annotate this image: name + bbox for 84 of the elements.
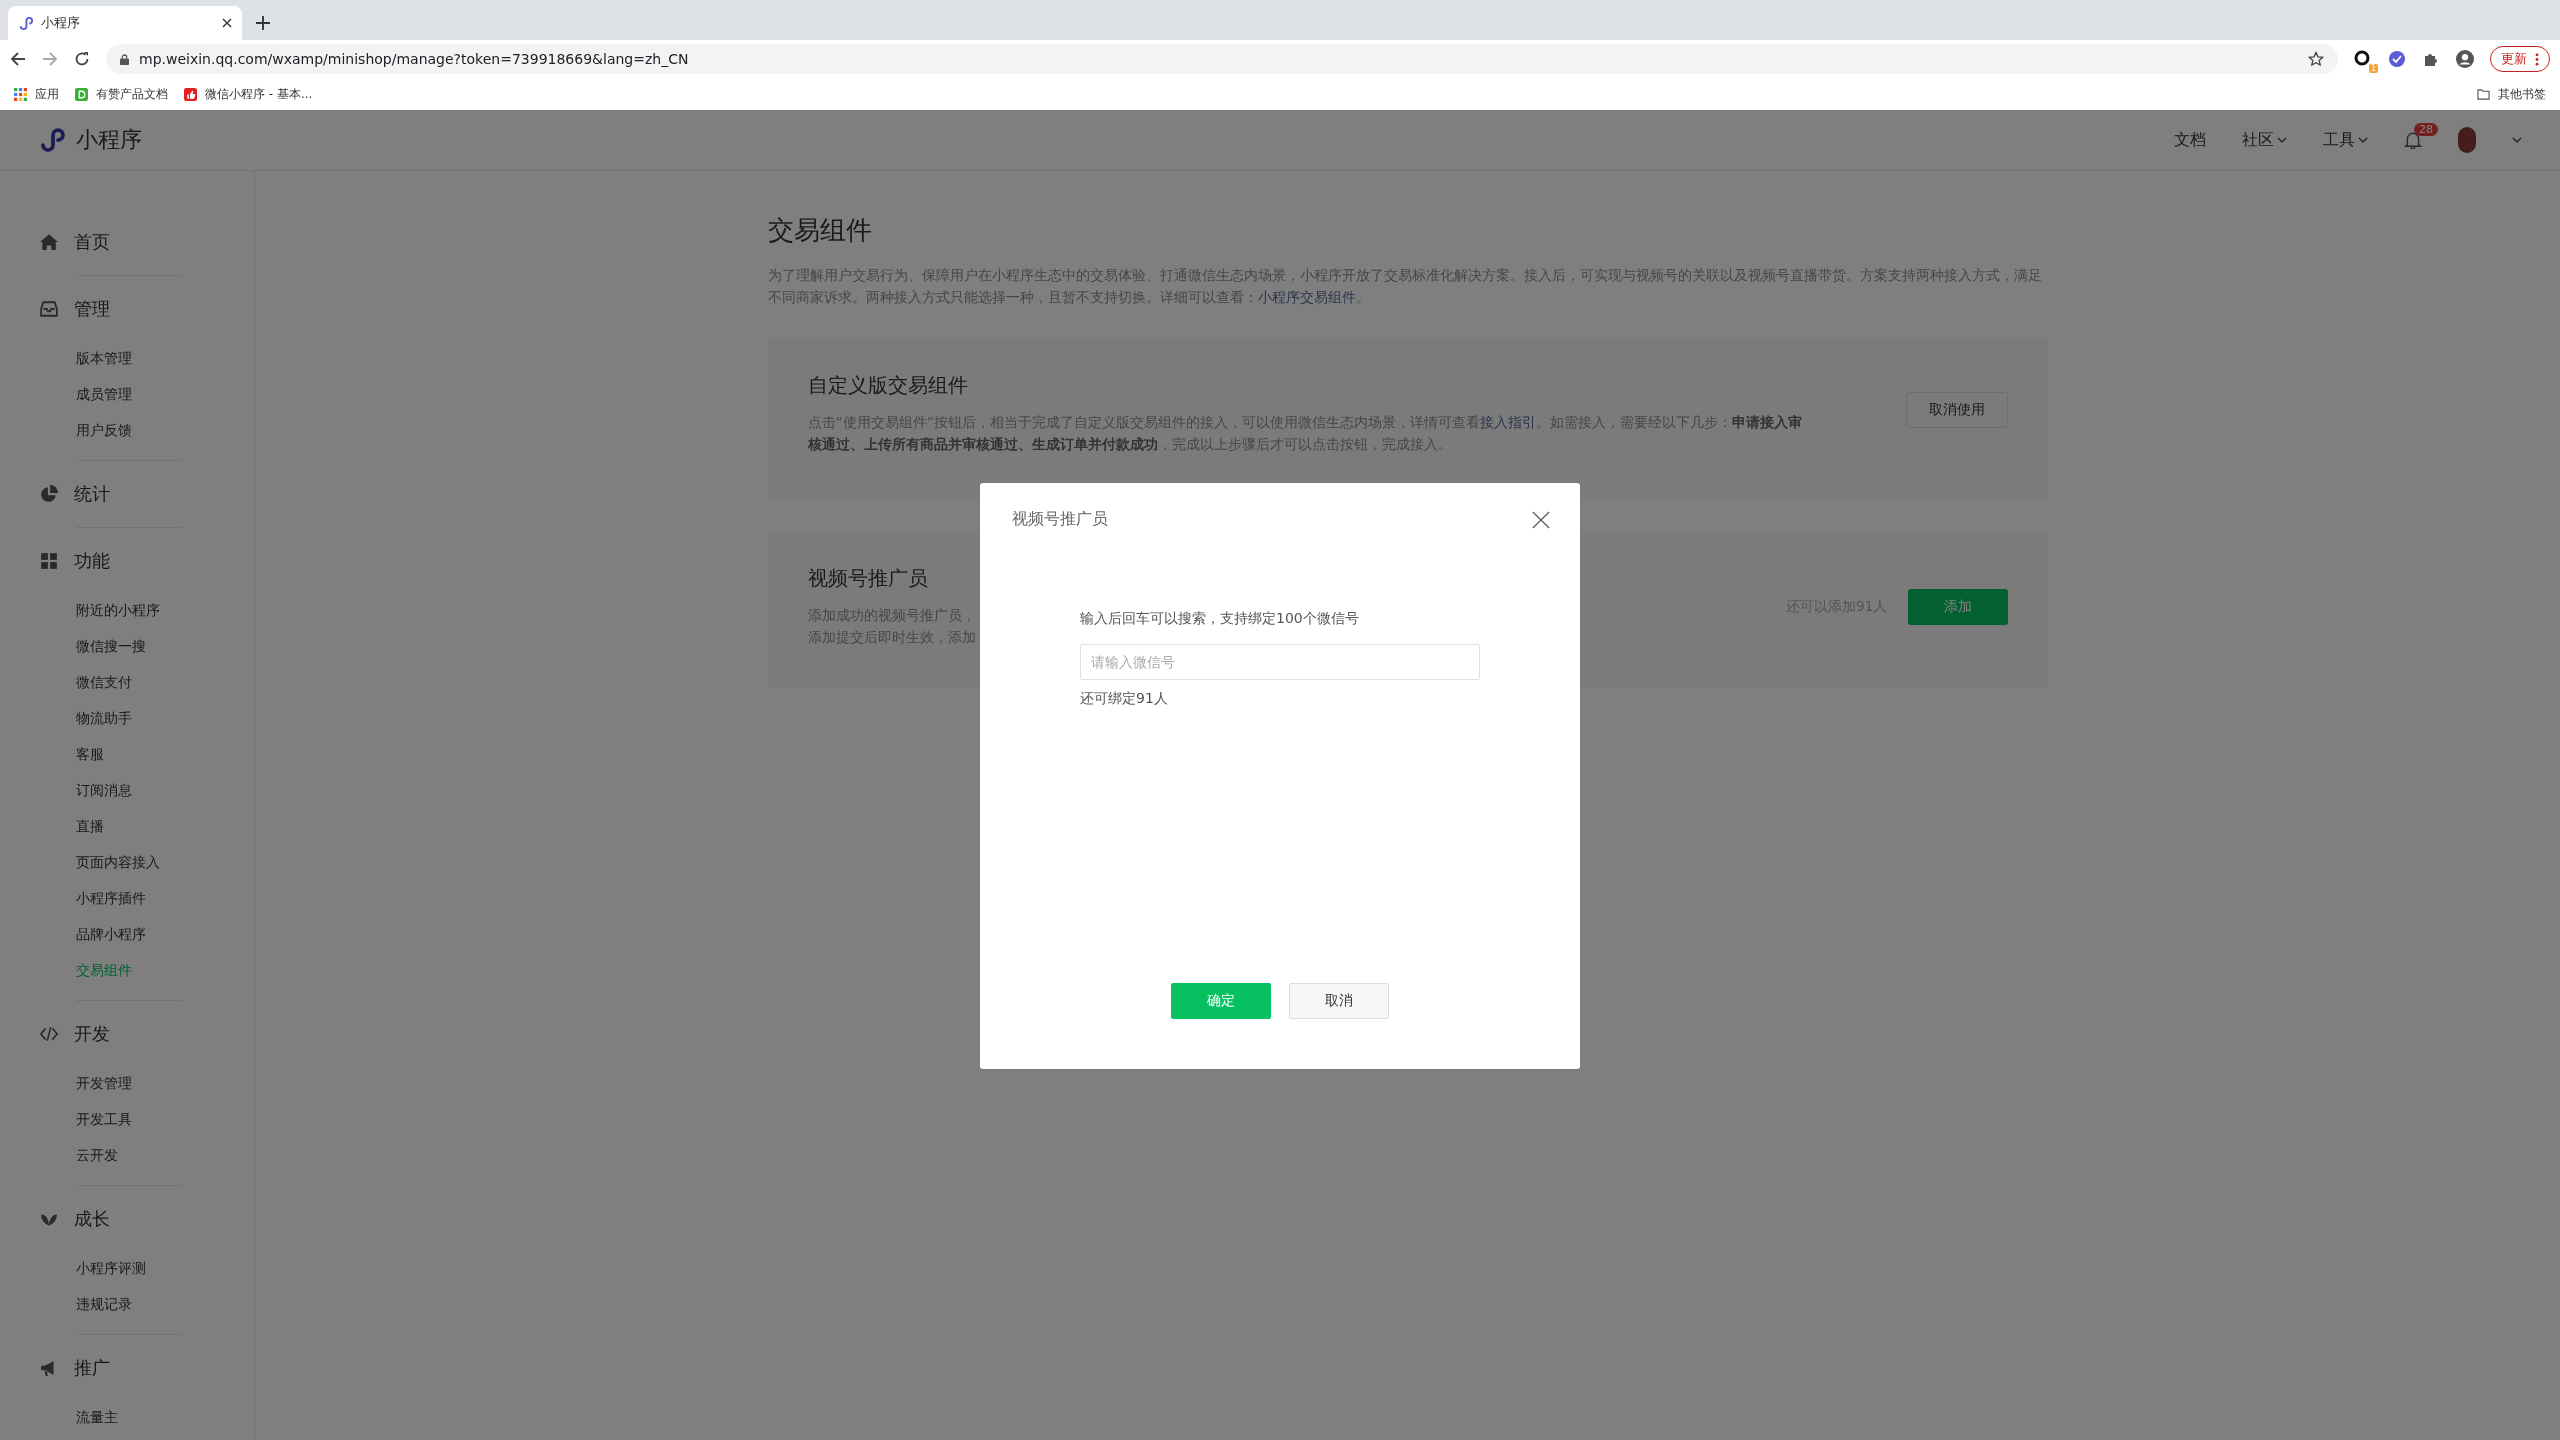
sidebar-section[interactable]: 统计: [40, 473, 254, 515]
extension-icon[interactable]: [2354, 50, 2372, 68]
sidebar-item[interactable]: 页面内容接入: [40, 844, 254, 880]
update-button[interactable]: 更新: [2490, 46, 2550, 72]
sidebar-item[interactable]: 开发管理: [40, 1065, 254, 1101]
page-title: 交易组件: [767, 214, 873, 247]
logo-text[interactable]: 小程序: [76, 125, 142, 155]
sidebar-item[interactable]: 微信支付: [40, 664, 254, 700]
intro-link[interactable]: 小程序交易组件: [1257, 289, 1356, 305]
chevron-down-icon: [2277, 137, 2287, 143]
sidebar-item[interactable]: 小程序插件: [40, 880, 254, 916]
card-title: 视频号推广员: [807, 565, 929, 592]
notification-badge: 28: [2414, 123, 2438, 136]
plus-icon[interactable]: [256, 16, 270, 30]
hint-text: 输入后回车可以搜索，支持绑定100个微信号: [1080, 610, 1360, 628]
check-badge-icon[interactable]: [2388, 50, 2406, 68]
bookmark[interactable]: 微信小程序 - 基本...: [184, 85, 313, 103]
guide-link[interactable]: 接入指引: [1480, 414, 1536, 430]
sidebar-section[interactable]: 功能: [40, 540, 254, 582]
sidebar-item[interactable]: 版本管理: [40, 340, 254, 376]
card-title: 自定义版交易组件: [807, 372, 969, 399]
apps-grid-icon: [14, 87, 27, 101]
letter-tile-icon: [75, 87, 88, 101]
confirm-button[interactable]: 确定: [1171, 983, 1271, 1019]
bookmark[interactable]: 应用: [14, 85, 59, 103]
sidebar-section[interactable]: 管理: [40, 288, 254, 330]
bookmark-folder[interactable]: 其他书签: [2477, 85, 2546, 103]
sidebar-item[interactable]: 直播: [40, 808, 254, 844]
logo-icon[interactable]: [38, 125, 68, 155]
home-icon: [40, 233, 58, 251]
tab-title: 小程序: [41, 14, 81, 32]
reload-icon[interactable]: [74, 51, 90, 67]
logo-icon: [18, 15, 33, 31]
bell-icon[interactable]: [2404, 131, 2422, 149]
sidebar-section[interactable]: 推广: [40, 1347, 254, 1389]
sidebar-item[interactable]: 品牌小程序: [40, 916, 254, 952]
sidebar-section[interactable]: 首页: [40, 221, 254, 263]
sidebar-item[interactable]: 微信搜一搜: [40, 628, 254, 664]
bookmark[interactable]: 有赞产品文档: [75, 85, 168, 103]
dialog-title: 视频号推广员: [1012, 509, 1108, 530]
bookmark-label: 其他书签: [2498, 85, 2546, 103]
sidebar-item[interactable]: 客服: [40, 736, 254, 772]
nav-link[interactable]: 工具: [2323, 129, 2368, 151]
sidebar-item[interactable]: 成员管理: [40, 376, 254, 412]
wechat-id-input[interactable]: 请输入微信号: [1080, 644, 1480, 680]
browser-tab[interactable]: 小程序: [8, 6, 242, 40]
cancel-use-button[interactable]: 取消使用: [1905, 392, 2008, 428]
bookmark-label: 微信小程序 - 基本...: [205, 85, 313, 103]
chevron-down-icon: [2358, 137, 2368, 143]
sidebar-item[interactable]: 流量主: [40, 1399, 254, 1435]
sidebar-item[interactable]: 违规记录: [40, 1286, 254, 1322]
sidebar-item[interactable]: 附近的小程序: [40, 592, 254, 628]
folder-icon: [2477, 87, 2490, 101]
nav-link[interactable]: 社区: [2242, 129, 2287, 151]
chevron-down-icon[interactable]: [2512, 137, 2522, 143]
sidebar-item[interactable]: 开发工具: [40, 1101, 254, 1137]
avatar[interactable]: [2458, 127, 2476, 153]
back-icon[interactable]: [10, 51, 26, 67]
sidebar-item[interactable]: 物流助手: [40, 700, 254, 736]
sidebar-item[interactable]: 订阅消息: [40, 772, 254, 808]
remaining-text: 还可绑定91人: [1080, 690, 1169, 708]
grid-icon: [40, 552, 58, 570]
sidebar-section[interactable]: 开发: [40, 1013, 254, 1055]
bookmark-label: 有赞产品文档: [96, 85, 168, 103]
more-icon[interactable]: [2535, 52, 2539, 66]
extension-badge: 1: [2368, 64, 2378, 73]
url-text: mp.weixin.qq.com/wxamp/minishop/manage?token=739918669&lang=zh_CN: [139, 51, 690, 67]
lock-icon: [120, 53, 129, 65]
inbox-icon: [40, 300, 58, 318]
nav-link[interactable]: 文档: [2174, 129, 2206, 151]
sidebar-section[interactable]: 成长: [40, 1198, 254, 1240]
sidebar-item[interactable]: 小程序评测: [40, 1250, 254, 1286]
close-icon[interactable]: [1532, 510, 1550, 529]
address-bar[interactable]: mp.weixin.qq.com/wxamp/minishop/manage?token=739918669&lang=zh_CN: [106, 44, 2338, 74]
sidebar-item[interactable]: 云开发: [40, 1137, 254, 1173]
thumbs-up-icon: [184, 87, 197, 101]
close-icon[interactable]: [222, 18, 232, 28]
code-icon: [40, 1025, 58, 1043]
sidebar-item[interactable]: 用户反馈: [40, 412, 254, 448]
bookmark-label: 应用: [35, 85, 59, 103]
cancel-button[interactable]: 取消: [1289, 983, 1389, 1019]
star-icon[interactable]: [2308, 51, 2324, 67]
profile-icon[interactable]: [2456, 50, 2474, 68]
pie-chart-icon: [40, 485, 58, 503]
